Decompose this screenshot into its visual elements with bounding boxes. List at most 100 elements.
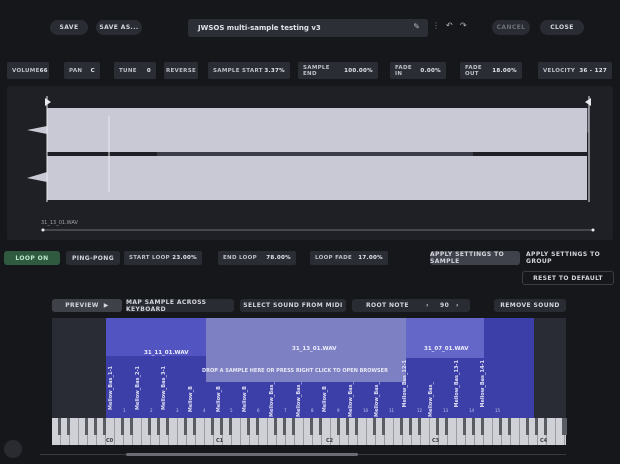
- fade-in-value: 0.00%: [420, 67, 441, 74]
- white-key[interactable]: [484, 418, 493, 445]
- tune-value: 0: [146, 67, 151, 74]
- save-button[interactable]: SAVE: [50, 20, 88, 35]
- fade-out-param[interactable]: FADE OUT 18.00%: [460, 62, 522, 79]
- zone-label-9: Mellow_B: [322, 386, 328, 413]
- key-label-c0: C0: [106, 438, 114, 444]
- white-key[interactable]: [232, 418, 241, 445]
- zone-label-8: Mellow_Bas_: [296, 382, 302, 418]
- waveform-display[interactable]: [7, 86, 613, 240]
- fade-out-value: 18.00%: [492, 67, 517, 74]
- zone-label-10: Mellow_Bas_: [348, 382, 354, 418]
- more-icon[interactable]: ⋮: [432, 21, 440, 30]
- loop-fade-param[interactable]: LOOP FADE 17.00%: [310, 251, 388, 265]
- zone-title-2: 31_13_01.WAV: [292, 346, 337, 352]
- white-key[interactable]: [196, 418, 205, 445]
- close-button[interactable]: CLOSE: [540, 20, 584, 35]
- velocity-param[interactable]: VELOCITY 36 - 127: [538, 62, 612, 79]
- start-loop-param[interactable]: START LOOP 23.00%: [124, 251, 202, 265]
- apply-settings-to-sample-button[interactable]: APPLY SETTINGS TO SAMPLE: [430, 251, 520, 265]
- cancel-button[interactable]: CANCEL: [492, 20, 530, 35]
- zone-label-4: Mellow_B: [188, 386, 194, 413]
- white-key[interactable]: [259, 418, 268, 445]
- logo-icon: [4, 440, 22, 458]
- key-label-c1: C1: [216, 438, 224, 444]
- keyboard-scroll-thumb[interactable]: [126, 453, 358, 456]
- ping-pong-button[interactable]: PING-PONG: [66, 251, 120, 265]
- zone-value-10: 10: [363, 408, 369, 413]
- white-key[interactable]: [385, 418, 394, 445]
- fade-in-param[interactable]: FADE IN 0.00%: [390, 62, 446, 79]
- zone-value-14: 14: [469, 408, 475, 413]
- preset-title-field[interactable]: JWSOS multi-sample testing v3 ✎: [188, 19, 428, 37]
- waveform-channel-2: [27, 156, 587, 200]
- zone-value-6: 6: [257, 408, 260, 413]
- zone-label-14: Mellow_Bas_13-1: [454, 360, 460, 408]
- map-sample-button[interactable]: MAP SAMPLE ACROSS KEYBOARD: [126, 299, 234, 313]
- sample-start-param[interactable]: SAMPLE START 3.37%: [208, 62, 290, 79]
- white-key[interactable]: [295, 418, 304, 445]
- play-icon: ▶: [103, 302, 109, 309]
- volume-param[interactable]: VOLUME 66: [7, 62, 49, 79]
- waveform-channel-1: [27, 108, 587, 152]
- loop-fade-value: 17.00%: [358, 255, 383, 261]
- key-label-c3: C3: [432, 438, 440, 444]
- sample-end-param[interactable]: SAMPLE END 100.00%: [298, 62, 378, 79]
- reset-to-default-button[interactable]: RESET TO DEFAULT: [522, 271, 614, 285]
- drop-hint: DROP A SAMPLE HERE OR PRESS RIGHT CLICK …: [202, 368, 388, 374]
- zone-label-11: Mellow_Bas_: [374, 382, 380, 418]
- white-key[interactable]: [169, 418, 178, 445]
- fade-out-label: FADE OUT: [465, 64, 482, 77]
- apply-settings-to-group-button[interactable]: APPLY SETTINGS TO GROUP: [526, 251, 614, 265]
- zone-label-1: Mellow_Bas_1-1: [108, 366, 114, 411]
- white-key[interactable]: [358, 418, 367, 445]
- tune-param[interactable]: TUNE 0: [114, 62, 156, 79]
- white-key[interactable]: [511, 418, 520, 445]
- pan-label: PAN: [69, 67, 83, 74]
- white-key[interactable]: [133, 418, 142, 445]
- remove-sound-button[interactable]: REMOVE SOUND: [494, 299, 566, 312]
- pan-param[interactable]: PAN C: [64, 62, 100, 79]
- zone-value-3: 3: [176, 408, 179, 413]
- velocity-value: 36 - 127: [579, 67, 607, 74]
- white-key[interactable]: [448, 418, 457, 445]
- edit-icon[interactable]: ✎: [413, 22, 420, 31]
- white-key[interactable]: [70, 418, 79, 445]
- reverse-toggle[interactable]: REVERSE: [164, 62, 198, 79]
- start-flag-icon[interactable]: [45, 98, 51, 106]
- sample-start-label: SAMPLE START: [213, 67, 263, 74]
- end-flag-icon[interactable]: [585, 98, 591, 106]
- root-note-control[interactable]: ROOT NOTE ‹ 90 ›: [352, 299, 470, 312]
- black-key[interactable]: [562, 418, 567, 435]
- redo-icon[interactable]: ↷: [460, 21, 467, 30]
- save-as-button[interactable]: SAVE AS...: [96, 20, 142, 35]
- zone-value-7: 7: [284, 408, 287, 413]
- undo-icon[interactable]: ↶: [446, 21, 453, 30]
- scroll-handle-left[interactable]: [41, 228, 45, 232]
- zone-value-9: 9: [337, 408, 340, 413]
- end-loop-param[interactable]: END LOOP 78.00%: [218, 251, 296, 265]
- preset-title: JWSOS multi-sample testing v3: [198, 24, 321, 32]
- end-loop-label: END LOOP: [223, 255, 257, 261]
- scroll-handle-right[interactable]: [591, 228, 595, 232]
- white-key[interactable]: [547, 418, 556, 445]
- preview-button[interactable]: PREVIEW ▶: [52, 299, 122, 312]
- select-sound-from-midi-button[interactable]: SELECT SOUND FROM MIDI: [240, 299, 346, 312]
- preview-label: PREVIEW: [65, 302, 99, 309]
- zone-value-15: 15: [495, 408, 501, 413]
- zone-value-4: 4: [203, 408, 206, 413]
- sample-mapper[interactable]: 31_11_01.WAV 31_13_01.WAV 31_07_01.WAV D…: [52, 318, 566, 418]
- zone-label-7: Mellow_Bas_: [269, 382, 275, 418]
- zone-label-15: Mellow_Bas_14-1: [480, 360, 486, 408]
- zone-label-13: Mellow_Bas_: [428, 382, 434, 418]
- zone-value-5: 5: [230, 408, 233, 413]
- white-key[interactable]: [421, 418, 430, 445]
- zone-value-12: 12: [417, 408, 423, 413]
- key-label-c2: C2: [326, 438, 334, 444]
- root-note-increment-icon[interactable]: ›: [456, 302, 459, 309]
- loop-on-button[interactable]: LOOP ON: [4, 251, 60, 265]
- zone-31-07[interactable]: [406, 318, 484, 358]
- loop-fade-label: LOOP FADE: [315, 255, 353, 261]
- root-note-decrement-icon[interactable]: ‹: [426, 302, 429, 309]
- waveform-panel[interactable]: 31_13_01.WAV: [7, 86, 613, 240]
- start-loop-value: 23.00%: [172, 255, 197, 261]
